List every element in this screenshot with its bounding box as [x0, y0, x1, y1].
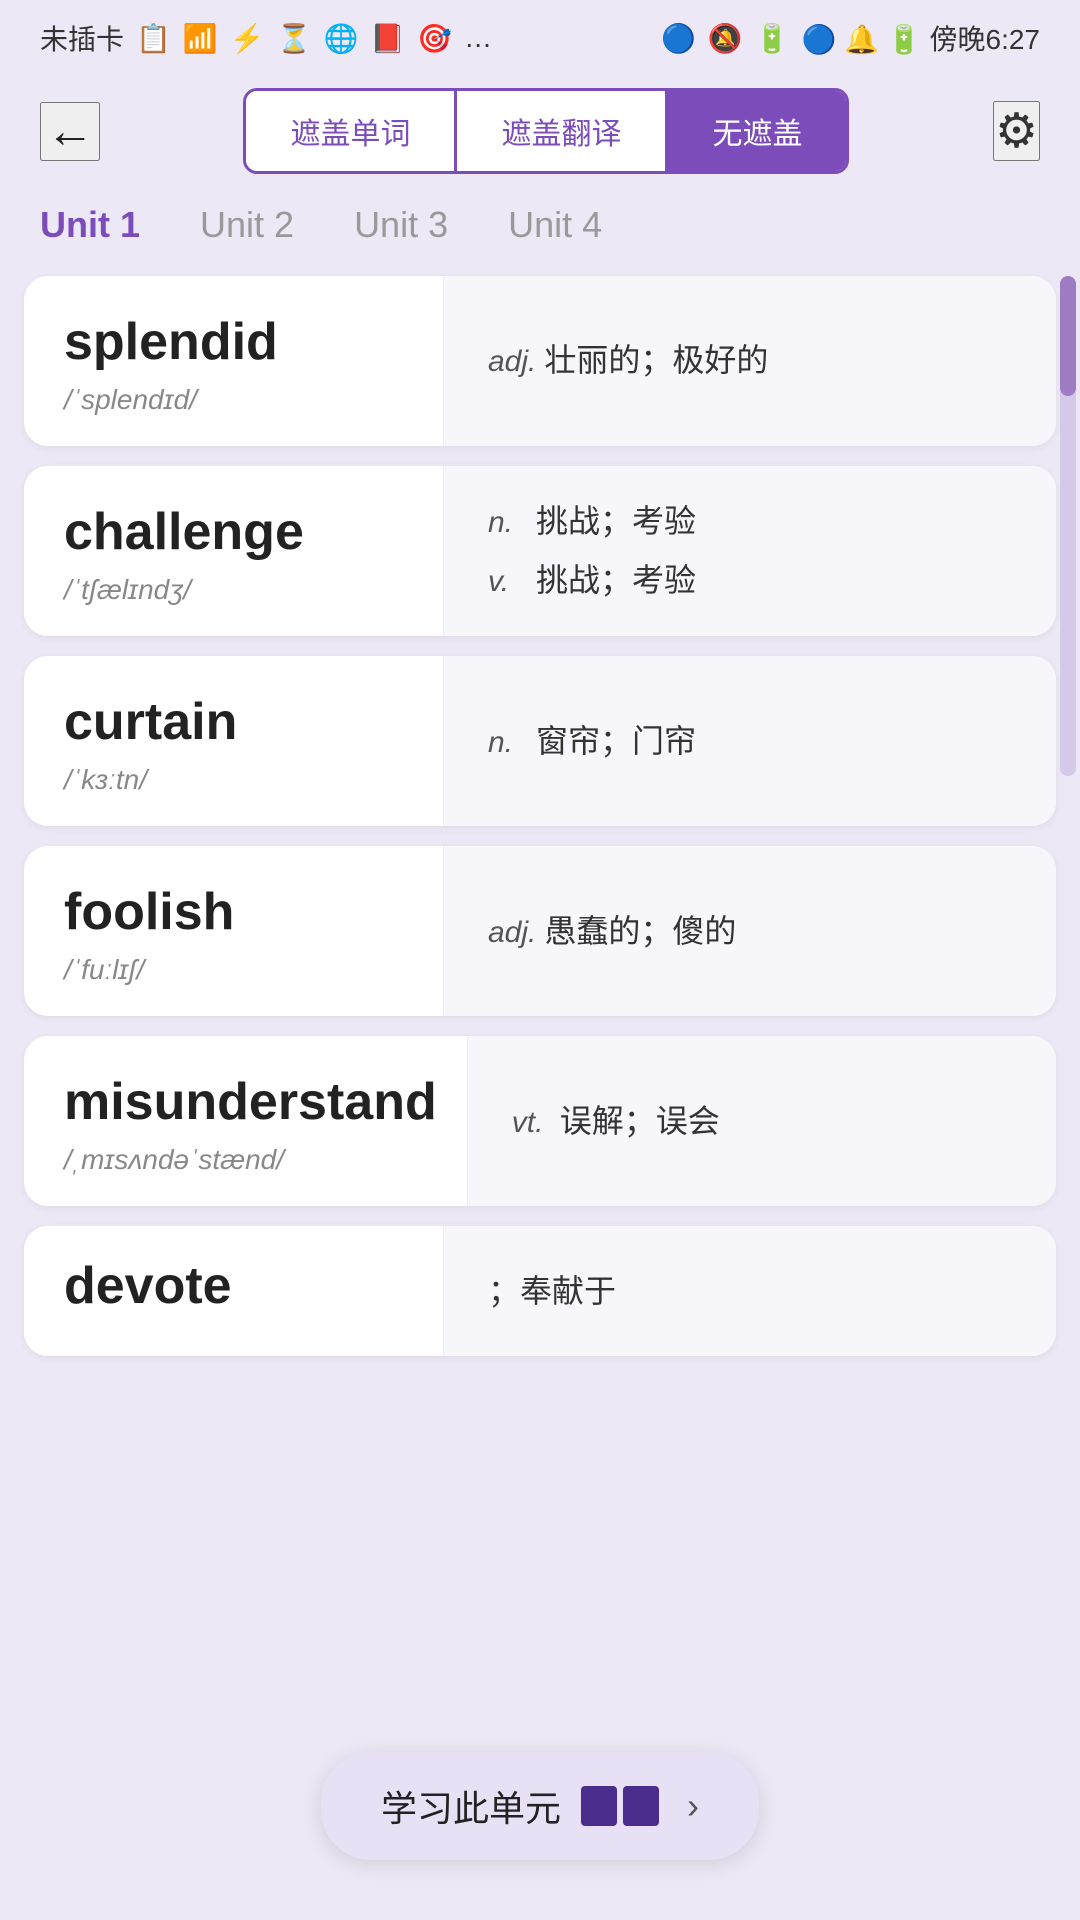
unit-tabs: Unit 1 Unit 2 Unit 3 Unit 4 — [0, 194, 1080, 276]
part-of-speech: adj. — [488, 916, 536, 950]
tab-unit4[interactable]: Unit 4 — [508, 204, 602, 252]
bluetooth-icon: 🔵 — [661, 22, 696, 55]
vocab-card-foolish: foolish /ˈfuːlɪʃ/ adj. 愚蠢的；傻的 — [24, 846, 1056, 1016]
part-of-speech: adj. — [488, 345, 536, 379]
app-icon-1: 📕 — [370, 22, 405, 55]
carrier-text: 未插卡 — [40, 18, 124, 58]
vocab-left: curtain /ˈkɜːtn/ — [24, 656, 444, 826]
settings-button[interactable]: ⚙ — [993, 101, 1040, 161]
card-block-1 — [581, 1786, 617, 1826]
definition-text: 窗帘；门帘 — [536, 716, 696, 767]
bell-icon: 🔕 — [708, 22, 743, 55]
vocab-left: misunderstand /ˌmɪsʌndəˈstænd/ — [24, 1036, 468, 1206]
definition-text: 愚蠢的；傻的 — [544, 906, 736, 957]
vocab-left: devote — [24, 1226, 444, 1356]
vocab-right: adj. 壮丽的；极好的 — [444, 276, 1056, 446]
vocab-def-line-n: n. 挑战；考验 — [488, 496, 1026, 547]
vocab-card-misunderstand: misunderstand /ˌmɪsʌndəˈstænd/ vt. 误解；误会 — [24, 1036, 1056, 1206]
vocab-card-splendid: splendid /ˈsplendɪd/ adj. 壮丽的；极好的 — [24, 276, 1056, 446]
vocab-right: n. 挑战；考验 v. 挑战；考验 — [444, 466, 1056, 636]
tab-unit3[interactable]: Unit 3 — [354, 204, 448, 252]
vocab-left: splendid /ˈsplendɪd/ — [24, 276, 444, 446]
vocab-left: foolish /ˈfuːlɪʃ/ — [24, 846, 444, 1016]
vocab-word: splendid — [64, 312, 413, 372]
status-bar: 未插卡 📋 📶 ⚡ ⏳ 🌐 📕 🎯 … 🔵 🔕 🔋 🔵 🔔 🔋 傍晚6:27 — [0, 0, 1080, 68]
signal-icon: ⚡ — [230, 22, 265, 55]
vocab-card-curtain: curtain /ˈkɜːtn/ n. 窗帘；门帘 — [24, 656, 1056, 826]
study-button-container: 学习此单元 › — [321, 1752, 759, 1860]
app-icon-2: 🎯 — [417, 22, 452, 55]
vocab-word: foolish — [64, 882, 413, 942]
definition-text: 壮丽的；极好的 — [544, 335, 768, 386]
timer-icon: ⏳ — [277, 22, 312, 55]
definition-text: ；奉献于 — [488, 1266, 616, 1317]
study-label: 学习此单元 — [381, 1780, 561, 1832]
vocab-word: devote — [64, 1256, 413, 1316]
vocab-def-line: ；奉献于 — [488, 1266, 1026, 1317]
vocab-phonetic: /ˈfuːlɪʃ/ — [64, 954, 413, 986]
status-right: 🔵 🔕 🔋 🔵 🔔 🔋 傍晚6:27 — [661, 18, 1040, 58]
scrollbar-track[interactable] — [1060, 276, 1076, 776]
battery-icon: 🔋 — [755, 22, 790, 55]
filter-group: 遮盖单词 遮盖翻译 无遮盖 — [243, 88, 849, 174]
vocab-phonetic: /ˈtʃælɪndʒ/ — [64, 574, 413, 606]
tab-unit1[interactable]: Unit 1 — [40, 204, 140, 252]
vocab-def-line: adj. 壮丽的；极好的 — [488, 335, 1026, 386]
status-left: 未插卡 📋 📶 ⚡ ⏳ 🌐 📕 🎯 … — [40, 18, 492, 58]
tab-unit2[interactable]: Unit 2 — [200, 204, 294, 252]
vocab-right: adj. 愚蠢的；傻的 — [444, 846, 1056, 1016]
top-bar: ← 遮盖单词 遮盖翻译 无遮盖 ⚙ — [0, 68, 1080, 194]
vocab-left: challenge /ˈtʃælɪndʒ/ — [24, 466, 444, 636]
vocab-word: challenge — [64, 502, 413, 562]
vocab-phonetic: /ˌmɪsʌndəˈstænd/ — [64, 1144, 437, 1176]
study-unit-button[interactable]: 学习此单元 › — [321, 1752, 759, 1860]
no-cover-button[interactable]: 无遮盖 — [668, 91, 846, 171]
part-of-speech: vt. — [512, 1106, 552, 1140]
vocab-def-line: n. 窗帘；门帘 — [488, 716, 1026, 767]
definition-text-n: 挑战；考验 — [536, 496, 696, 547]
vocab-card-devote: devote ；奉献于 — [24, 1226, 1056, 1356]
vocab-list: splendid /ˈsplendɪd/ adj. 壮丽的；极好的 challe… — [0, 276, 1080, 1576]
vocab-word: misunderstand — [64, 1072, 437, 1132]
vocab-card-challenge: challenge /ˈtʃælɪndʒ/ n. 挑战；考验 v. 挑战；考验 — [24, 466, 1056, 636]
scrollbar-thumb[interactable] — [1060, 276, 1076, 396]
vocab-phonetic: /ˈsplendɪd/ — [64, 384, 413, 416]
vocab-right: vt. 误解；误会 — [468, 1036, 1056, 1206]
vocab-def-line: adj. 愚蠢的；傻的 — [488, 906, 1026, 957]
card-block-2 — [623, 1786, 659, 1826]
study-cards-icon — [581, 1786, 659, 1826]
more-icon: … — [464, 22, 492, 54]
part-of-speech-v: v. — [488, 565, 528, 599]
time-display: 🔵 🔔 🔋 傍晚6:27 — [802, 18, 1040, 58]
part-of-speech-n: n. — [488, 506, 528, 540]
vocab-def-line: vt. 误解；误会 — [512, 1096, 1026, 1147]
cover-translation-button[interactable]: 遮盖翻译 — [457, 91, 668, 171]
globe-icon: 🌐 — [324, 22, 359, 55]
vocab-right: ；奉献于 — [444, 1226, 1056, 1356]
sim-icon: 📋 — [136, 22, 171, 55]
part-of-speech: n. — [488, 726, 528, 760]
vocab-phonetic: /ˈkɜːtn/ — [64, 764, 413, 796]
definition-text-v: 挑战；考验 — [536, 555, 696, 606]
back-button[interactable]: ← — [40, 102, 100, 161]
vocab-word: curtain — [64, 692, 413, 752]
cover-word-button[interactable]: 遮盖单词 — [246, 91, 457, 171]
vocab-right: n. 窗帘；门帘 — [444, 656, 1056, 826]
definition-text: 误解；误会 — [560, 1096, 720, 1147]
wifi-icon: 📶 — [183, 22, 218, 55]
vocab-def-line-v: v. 挑战；考验 — [488, 555, 1026, 606]
chevron-right-icon: › — [687, 1785, 699, 1827]
